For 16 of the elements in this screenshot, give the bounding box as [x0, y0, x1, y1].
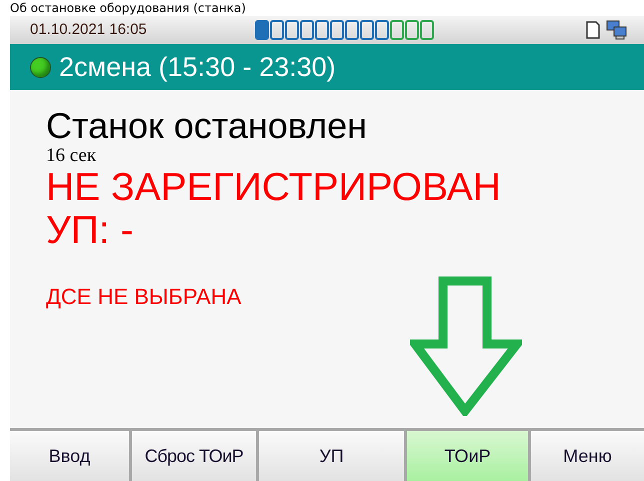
- toolbar-button[interactable]: Сброс ТОиР: [132, 431, 256, 481]
- memory-card-icon: [586, 21, 600, 39]
- part-status: ДСЕ НЕ ВЫБРАНА: [46, 284, 242, 310]
- machine-state: Станок остановлен: [46, 106, 368, 146]
- date-time: 01.10.2021 16:05: [30, 20, 148, 40]
- registration-status: НЕ ЗАРЕГИСТРИРОВАН: [46, 166, 502, 210]
- down-arrow-icon: [410, 276, 522, 416]
- shift-label: 2смена (15:30 - 23:30): [59, 50, 336, 84]
- stop-duration: 16 сек: [46, 146, 98, 166]
- toolbar-button[interactable]: Ввод: [10, 431, 129, 481]
- toolbar-button[interactable]: ТОиР: [407, 431, 528, 481]
- network-computers-icon: [606, 20, 628, 40]
- toolbar-button[interactable]: Меню: [531, 431, 644, 481]
- program-status: УП: -: [46, 210, 134, 252]
- toolbar-button[interactable]: УП: [259, 431, 404, 481]
- caption: Об остановке оборудования (станка): [10, 1, 246, 15]
